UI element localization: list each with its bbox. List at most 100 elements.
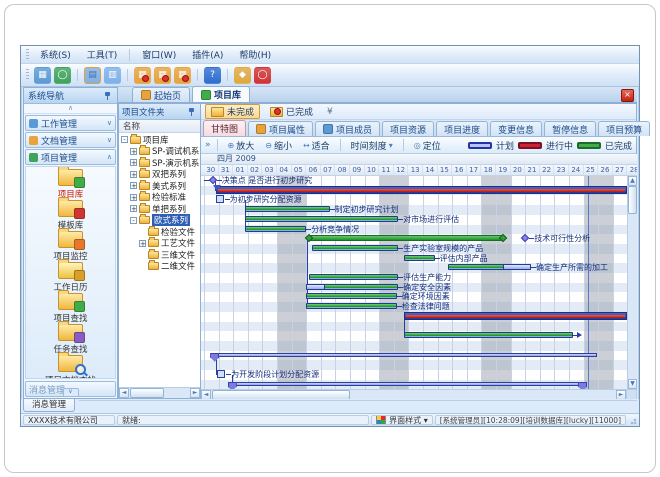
scroll-up-icon[interactable]: ▲ xyxy=(628,176,637,186)
tree-node-9[interactable]: 检验文件 xyxy=(119,226,200,238)
pin-icon[interactable] xyxy=(104,91,113,100)
project-close-icon[interactable]: ▥ xyxy=(104,67,121,84)
collapse-icon[interactable]: - xyxy=(121,136,128,143)
gantt-task-11[interactable] xyxy=(309,274,398,280)
tree-node-8[interactable]: -欧式系列 xyxy=(119,215,200,227)
gantt-button-1[interactable]: ⊕放大 xyxy=(224,138,259,153)
tree-node-12[interactable]: 二维文件 xyxy=(119,261,200,273)
chevron-down-icon[interactable]: ∨ xyxy=(107,137,112,144)
gantt-task-14[interactable] xyxy=(306,303,397,309)
help-icon[interactable]: ? xyxy=(204,67,221,84)
sidebar-item-4[interactable]: 工作日历 xyxy=(26,262,116,293)
gantt-task-13[interactable] xyxy=(306,293,397,299)
tree-node-6[interactable]: +检验标准 xyxy=(119,192,200,204)
gantt-grid[interactable]: ▲ ▼ 决策点 是否进行初步研究为初步研究分配资源制定初步研究计划对市场进行评估… xyxy=(201,176,637,389)
scroll-left-icon[interactable]: ◄ xyxy=(119,388,129,398)
gantt-task-6[interactable] xyxy=(245,226,306,232)
gantt-task-18-group-box[interactable] xyxy=(217,370,225,378)
gantt-button-5[interactable]: ◎定位 xyxy=(410,138,445,153)
report-new-icon[interactable]: ▦ xyxy=(134,67,151,84)
exit-icon[interactable]: ◯ xyxy=(254,67,271,84)
tree-node-7[interactable]: +单把系列 xyxy=(119,203,200,215)
gantt-task-7-milestone[interactable] xyxy=(521,234,529,242)
tree-node-2[interactable]: +SP-调试机系列 xyxy=(119,146,200,158)
computer-icon[interactable]: ▦ xyxy=(34,67,51,84)
tab-8[interactable]: 项目预算 xyxy=(598,121,650,136)
interface-style-button[interactable]: 界面样式 ▾ xyxy=(371,415,433,425)
menu-1[interactable]: 系统(S) xyxy=(33,46,78,63)
gantt-task-15[interactable] xyxy=(404,312,627,320)
filter-extra-button[interactable]: ¥ xyxy=(323,107,337,117)
report-delete-icon[interactable]: ▦ xyxy=(174,67,191,84)
sidebar-item-3[interactable]: 项目监控 xyxy=(26,231,116,262)
sidebar-item-5[interactable]: 项目查找 xyxy=(26,293,116,324)
lock-icon[interactable]: ◆ xyxy=(234,67,251,84)
tab-message-management[interactable]: 消息管理 xyxy=(23,399,75,412)
sidebar-bottom-group[interactable]: 消息管理 ∨ xyxy=(25,381,116,397)
sidebar-group-1[interactable]: 工作管理∨ xyxy=(25,115,116,131)
gantt-task-16[interactable] xyxy=(404,332,573,338)
gantt-vertical-scrollbar[interactable]: ▲ ▼ xyxy=(627,176,637,389)
gantt-button-2[interactable]: ⊖缩小 xyxy=(261,138,296,153)
expand-icon[interactable]: + xyxy=(130,159,137,166)
gantt-task-4[interactable] xyxy=(245,206,330,212)
gantt-task-8[interactable] xyxy=(312,245,398,251)
sidebar-item-7[interactable]: 项目文档查找 xyxy=(26,355,116,379)
tree-horizontal-scrollbar[interactable]: ◄ ► xyxy=(119,387,200,398)
gantt-task-3-group-box[interactable] xyxy=(216,195,224,203)
chevron-down-icon[interactable]: ∨ xyxy=(63,388,79,396)
gantt-task-5[interactable] xyxy=(245,216,398,222)
sidebar-group-3[interactable]: 项目管理∧ xyxy=(25,149,116,165)
doc-tab-1[interactable]: 起始页 xyxy=(132,87,190,102)
gantt-task-7[interactable] xyxy=(309,235,503,241)
filter-button-1[interactable]: 未完成 xyxy=(205,104,260,119)
tree-node-1[interactable]: -项目库 xyxy=(119,134,200,146)
resize-grip[interactable] xyxy=(628,416,637,425)
tab-6[interactable]: 变更信息 xyxy=(490,121,542,136)
menu-2[interactable]: 工具(T) xyxy=(80,46,125,63)
tree-node-3[interactable]: +SP-演示机系列 xyxy=(119,157,200,169)
close-tab-icon[interactable]: × xyxy=(621,89,634,102)
gantt-task-19[interactable] xyxy=(232,382,582,386)
tab-4[interactable]: 项目资源 xyxy=(382,121,434,136)
tree-node-5[interactable]: +美式系列 xyxy=(119,180,200,192)
scroll-thumb[interactable] xyxy=(628,186,637,214)
gantt-task-17[interactable] xyxy=(214,353,597,357)
menu-5[interactable]: 帮助(H) xyxy=(232,46,278,63)
menu-3[interactable]: 窗口(W) xyxy=(135,46,183,63)
tab-7[interactable]: 暂停信息 xyxy=(544,121,596,136)
overflow-chevron-icon[interactable]: » xyxy=(205,140,211,150)
expand-icon[interactable]: + xyxy=(130,194,137,201)
sidebar-group-2[interactable]: 文档管理∨ xyxy=(25,132,116,148)
scroll-right-icon[interactable]: ► xyxy=(190,388,200,398)
tree-column-header[interactable]: 名称 xyxy=(119,120,200,133)
tab-2[interactable]: 项目属性 xyxy=(248,121,313,136)
menu-4[interactable]: 插件(A) xyxy=(185,46,230,63)
sidebar-item-1[interactable]: 项目库 xyxy=(26,169,116,200)
tab-3[interactable]: 项目成员 xyxy=(315,121,380,136)
collapse-icon[interactable]: - xyxy=(130,217,137,224)
network-icon[interactable]: ◯ xyxy=(54,67,71,84)
chevron-down-icon[interactable]: ∨ xyxy=(107,120,112,127)
sidebar-collapse-strip[interactable]: ∧ xyxy=(24,104,117,114)
pin-icon[interactable] xyxy=(188,107,197,116)
scroll-thumb[interactable] xyxy=(130,388,164,398)
gantt-task-2[interactable] xyxy=(216,186,627,194)
doc-tab-2[interactable]: 项目库 xyxy=(192,86,250,102)
expand-icon[interactable]: + xyxy=(130,182,137,189)
report-edit-icon[interactable]: ▦ xyxy=(154,67,171,84)
expand-icon[interactable]: + xyxy=(130,171,137,178)
gantt-button-3[interactable]: ↔适合 xyxy=(299,138,334,153)
expand-icon[interactable]: + xyxy=(139,240,146,247)
chevron-up-icon[interactable]: ∧ xyxy=(107,154,112,161)
scroll-down-icon[interactable]: ▼ xyxy=(628,379,637,389)
filter-button-2[interactable]: 已完成 xyxy=(264,104,319,119)
tree-node-4[interactable]: +双把系列 xyxy=(119,169,200,181)
sidebar-item-6[interactable]: 任务查找 xyxy=(26,324,116,355)
tab-5[interactable]: 项目进度 xyxy=(436,121,488,136)
expand-icon[interactable]: + xyxy=(130,148,137,155)
gantt-task-9[interactable] xyxy=(404,255,435,261)
tree-node-11[interactable]: 三维文件 xyxy=(119,249,200,261)
tree-node-10[interactable]: +工艺文件 xyxy=(119,238,200,250)
project-open-icon[interactable]: ▤ xyxy=(84,67,101,84)
